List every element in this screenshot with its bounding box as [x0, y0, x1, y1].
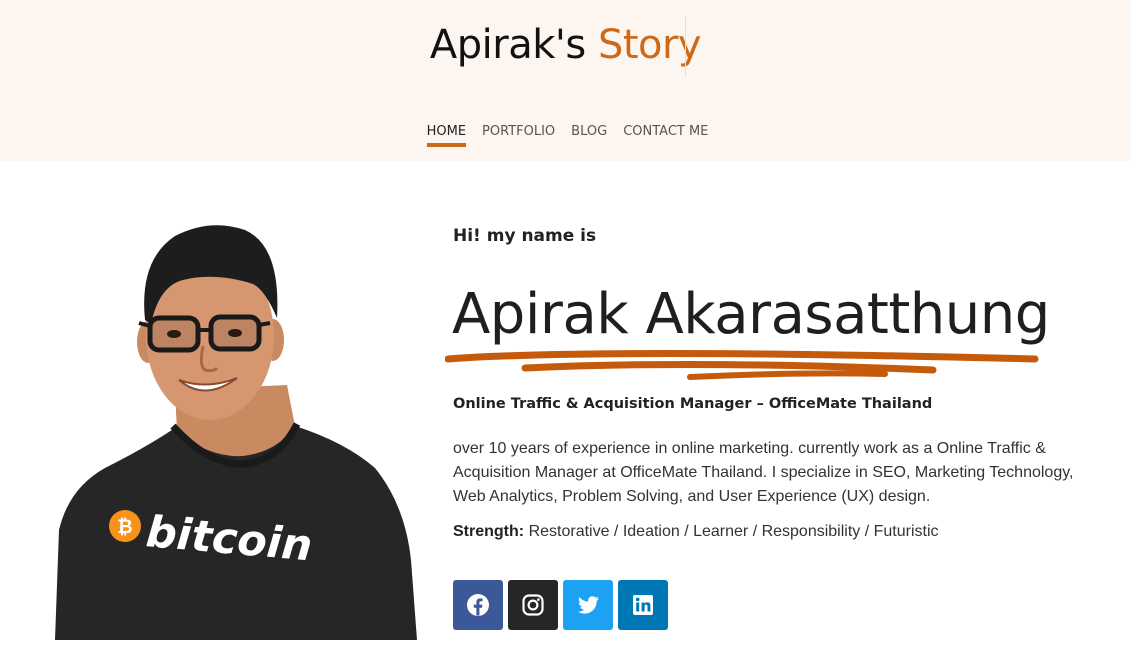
twitter-icon — [577, 596, 599, 614]
strength-value: Restorative / Ideation / Learner / Respo… — [528, 523, 939, 540]
profile-photo: ₿ bitcoin — [55, 220, 420, 640]
social-links — [453, 580, 668, 630]
site-header: Apirak's Story HOME PORTFOLIO BLOG CONTA… — [0, 0, 1131, 161]
nav-contact-me[interactable]: CONTACT ME — [623, 124, 708, 145]
name-underline-swoosh — [445, 350, 1039, 380]
strength-label: Strength: — [453, 523, 525, 540]
logo-name: Apirak's — [429, 22, 586, 68]
linkedin-button[interactable] — [618, 580, 668, 630]
hero-name: Apirak Akarasatthung — [452, 282, 1050, 347]
facebook-button[interactable] — [453, 580, 503, 630]
svg-text:₿: ₿ — [117, 516, 132, 538]
site-logo[interactable]: Apirak's Story — [0, 22, 1131, 68]
logo-divider — [685, 16, 686, 76]
instagram-button[interactable] — [508, 580, 558, 630]
linkedin-icon — [633, 595, 653, 615]
facebook-icon — [467, 594, 489, 616]
instagram-icon — [522, 594, 544, 616]
main-nav: HOME PORTFOLIO BLOG CONTACT ME — [0, 124, 1131, 147]
strength-line: Strength: Restorative / Ideation / Learn… — [453, 523, 939, 541]
twitter-button[interactable] — [563, 580, 613, 630]
nav-portfolio[interactable]: PORTFOLIO — [482, 124, 555, 145]
job-title: Online Traffic & Acquisition Manager – O… — [453, 396, 933, 412]
bio-text: over 10 years of experience in online ma… — [453, 440, 1074, 505]
greeting: Hi! my name is — [453, 226, 597, 246]
nav-blog[interactable]: BLOG — [571, 124, 607, 145]
nav-home[interactable]: HOME — [426, 124, 467, 147]
